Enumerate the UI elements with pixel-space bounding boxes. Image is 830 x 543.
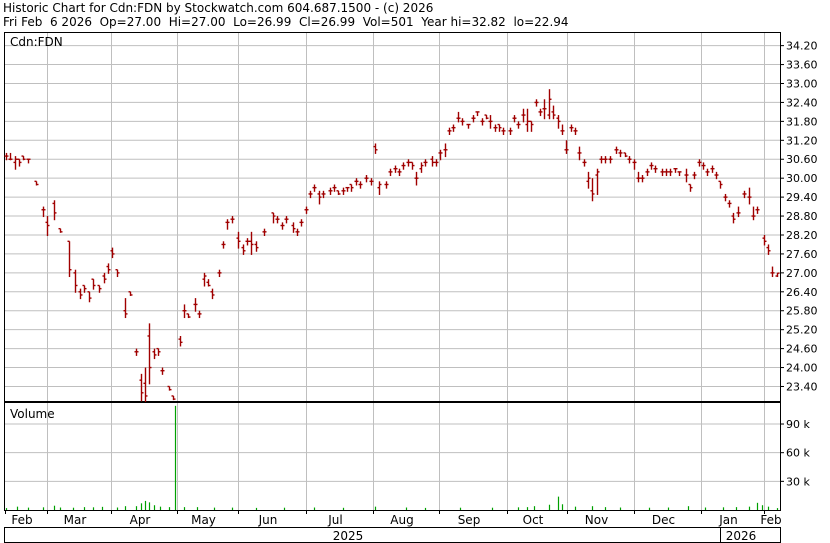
price-tick-label: 26.40 bbox=[786, 286, 818, 299]
price-tick-label: 33.00 bbox=[786, 77, 818, 90]
price-tick-label: 32.40 bbox=[786, 96, 818, 109]
volume-tick-label: 60 k bbox=[786, 447, 810, 460]
month-label: May bbox=[191, 513, 216, 527]
price-tick-label: 27.00 bbox=[786, 267, 818, 280]
volume-tick-label: 30 k bbox=[786, 475, 810, 488]
month-label: Feb bbox=[760, 513, 781, 527]
month-label: Mar bbox=[64, 513, 87, 527]
month-axis: Feb Mar Apr May Jun Jul Aug Sep Oct Nov Dec Jan Feb bbox=[5, 510, 782, 527]
price-tick-label: 23.40 bbox=[786, 380, 818, 393]
price-volume-chart: 34.20 33.60 33.00 32.40 31.80 31.20 30.60 30.00… bbox=[4, 32, 818, 543]
volume-panel bbox=[4, 402, 781, 511]
year-axis bbox=[4, 527, 781, 543]
volume-label: Volume bbox=[10, 407, 55, 421]
price-tick-label: 31.80 bbox=[786, 115, 818, 128]
price-tick-label: 29.40 bbox=[786, 191, 818, 204]
month-label: Feb bbox=[11, 513, 32, 527]
price-tick-label: 25.80 bbox=[786, 305, 818, 318]
price-tick-label: 24.00 bbox=[786, 362, 818, 375]
chart-title: Cdn:FDN bbox=[10, 35, 63, 49]
price-tick-label: 27.60 bbox=[786, 248, 818, 261]
month-label: Jan bbox=[718, 513, 738, 527]
price-tick-label: 25.20 bbox=[786, 324, 818, 337]
price-tick-label: 33.60 bbox=[786, 59, 818, 72]
month-label: Oct bbox=[523, 513, 544, 527]
price-tick-label: 28.20 bbox=[786, 229, 818, 242]
month-label: Jul bbox=[327, 513, 342, 527]
month-label: Aug bbox=[390, 513, 413, 527]
year-label: 2025 bbox=[333, 529, 364, 543]
price-tick-label: 30.60 bbox=[786, 153, 818, 166]
price-tick-label: 28.80 bbox=[786, 210, 818, 223]
volume-y-axis: 90 k 60 k 30 k bbox=[780, 418, 810, 488]
volume-tick-label: 90 k bbox=[786, 418, 810, 431]
price-y-axis: 34.20 33.60 33.00 32.40 31.80 31.20 30.60 30.00… bbox=[780, 40, 818, 393]
month-label: Nov bbox=[585, 513, 608, 527]
month-label: Jun bbox=[258, 513, 278, 527]
price-panel bbox=[4, 32, 781, 402]
month-label: Sep bbox=[458, 513, 481, 527]
price-tick-label: 31.20 bbox=[786, 134, 818, 147]
price-tick-label: 24.60 bbox=[786, 343, 818, 356]
month-label: Apr bbox=[130, 513, 151, 527]
price-tick-label: 34.20 bbox=[786, 40, 818, 53]
year-label: 2026 bbox=[726, 529, 757, 543]
month-label: Dec bbox=[652, 513, 675, 527]
price-tick-label: 30.00 bbox=[786, 172, 818, 185]
